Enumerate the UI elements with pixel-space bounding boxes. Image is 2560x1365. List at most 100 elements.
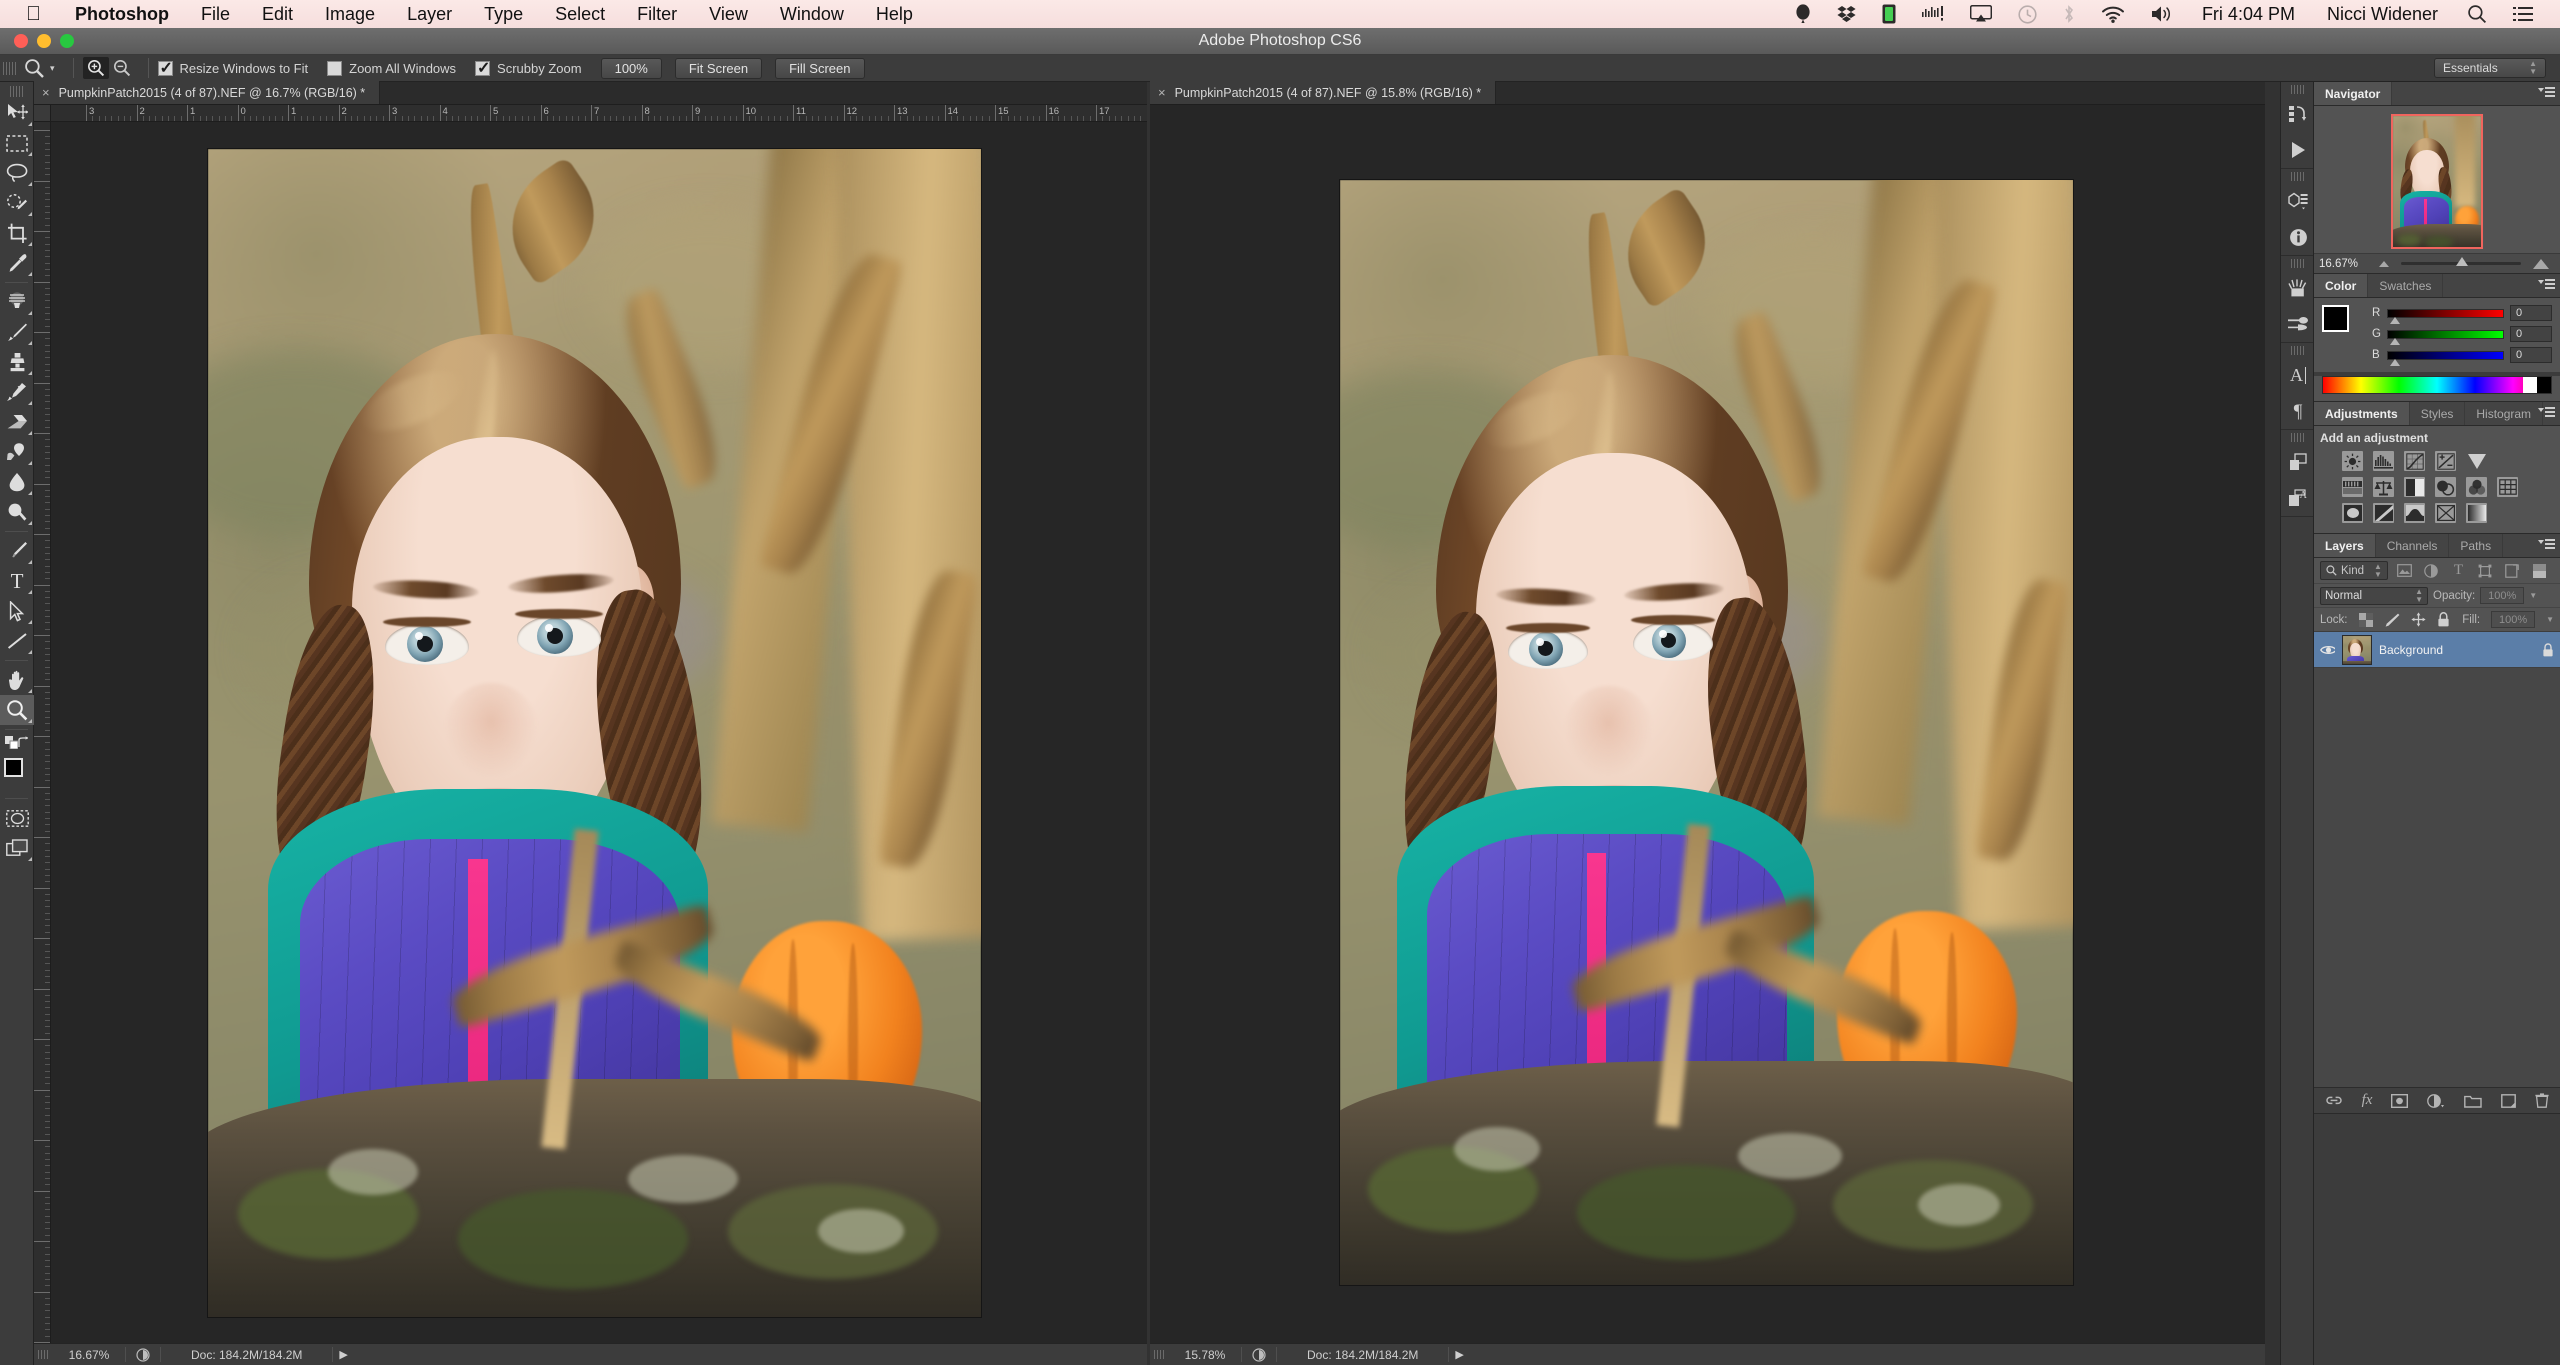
vibrance-icon[interactable] xyxy=(2466,451,2487,471)
rectangular-marquee-tool[interactable] xyxy=(0,128,34,158)
zoom-out-icon[interactable] xyxy=(109,57,135,79)
white-chip[interactable] xyxy=(2523,377,2537,393)
blue-thumb[interactable] xyxy=(2390,358,2400,366)
brush-panel-icon[interactable] xyxy=(2281,270,2315,306)
pen-tool[interactable] xyxy=(0,536,34,566)
menu-select[interactable]: Select xyxy=(539,4,621,25)
status-menu-arrow-left[interactable]: ▶ xyxy=(333,1348,353,1361)
add-layer-mask-icon[interactable] xyxy=(2391,1093,2409,1108)
shape-layer-filter-icon[interactable] xyxy=(2475,561,2496,580)
status-grip-right[interactable] xyxy=(1154,1347,1165,1362)
brush-presets-panel-icon[interactable] xyxy=(2281,306,2315,342)
blue-value[interactable]: 0 xyxy=(2510,347,2552,363)
layer-comps-panel-icon[interactable] xyxy=(2281,444,2315,480)
scrubby-zoom-option[interactable]: Scrubby Zoom xyxy=(475,58,582,78)
balloon-icon[interactable] xyxy=(1782,4,1824,24)
dock-grip[interactable] xyxy=(2281,169,2313,183)
brush-tool[interactable] xyxy=(0,317,34,347)
timemachine-icon[interactable] xyxy=(2005,4,2050,24)
stepper-icon[interactable]: ▲ ▼ xyxy=(2374,562,2382,579)
spot-healing-brush-tool[interactable] xyxy=(0,287,34,317)
color-balance-icon[interactable] xyxy=(2373,477,2394,497)
eyedropper-tool[interactable] xyxy=(0,248,34,278)
fit-screen-button[interactable]: Fit Screen xyxy=(674,57,763,79)
zoom-in-large-icon[interactable] xyxy=(2533,258,2549,269)
chevron-down-icon[interactable]: ▼ xyxy=(2546,615,2554,624)
tab-layers[interactable]: Layers xyxy=(2314,534,2376,557)
curves-icon[interactable] xyxy=(2404,451,2425,471)
zoom-tool[interactable] xyxy=(0,695,34,725)
new-adjustment-layer-icon[interactable] xyxy=(2427,1093,2445,1108)
pixel-layer-filter-icon[interactable] xyxy=(2394,561,2415,580)
document-profile-icon[interactable] xyxy=(126,1347,160,1362)
status-grip-left[interactable] xyxy=(38,1347,49,1362)
panel-menu-icon[interactable] xyxy=(2538,539,2555,550)
tab-navigator[interactable]: Navigator xyxy=(2314,82,2393,105)
lock-image-pixels-icon[interactable] xyxy=(2384,613,2400,627)
menu-type[interactable]: Type xyxy=(468,4,539,25)
options-bar-grip[interactable] xyxy=(3,57,16,79)
zoom-level-left[interactable]: 16.67% xyxy=(53,1348,125,1362)
menu-edit[interactable]: Edit xyxy=(246,4,309,25)
bluetooth-icon[interactable] xyxy=(2050,4,2088,24)
red-slider[interactable] xyxy=(2387,308,2504,324)
stepper-icon[interactable]: ▲ ▼ xyxy=(2415,587,2423,604)
navigator-zoom-slider[interactable] xyxy=(2401,257,2521,266)
close-tab-icon[interactable]: × xyxy=(42,85,50,100)
zoom-in-icon[interactable] xyxy=(82,57,109,79)
zoom-out-small-icon[interactable] xyxy=(2379,260,2389,267)
battery-icon[interactable] xyxy=(1869,4,1909,24)
layer-list[interactable]: Background xyxy=(2314,632,2560,1087)
zoom-level-right[interactable]: 15.78% xyxy=(1169,1348,1241,1362)
info-panel-icon[interactable] xyxy=(2281,219,2315,255)
menu-help[interactable]: Help xyxy=(860,4,929,25)
gradient-tool[interactable] xyxy=(0,437,34,467)
hand-tool[interactable] xyxy=(0,665,34,695)
scrubby-zoom-checkbox[interactable] xyxy=(475,58,490,78)
red-thumb[interactable] xyxy=(2390,316,2400,324)
levels-icon[interactable] xyxy=(2373,451,2394,471)
layer-name[interactable]: Background xyxy=(2379,643,2535,657)
new-layer-icon[interactable] xyxy=(2501,1093,2517,1108)
lock-position-icon[interactable] xyxy=(2410,612,2426,627)
panel-menu-icon[interactable] xyxy=(2538,279,2555,290)
status-menu-arrow-right[interactable]: ▶ xyxy=(1449,1348,1469,1361)
color-spectrum-bar[interactable] xyxy=(2322,376,2552,394)
zoom-all-windows-option[interactable]: Zoom All Windows xyxy=(327,60,456,76)
default-colors-and-swap[interactable] xyxy=(0,734,34,752)
black-chip[interactable] xyxy=(2537,377,2551,393)
blue-slider[interactable] xyxy=(2387,350,2504,366)
panel-menu-icon[interactable] xyxy=(2538,407,2555,418)
green-value[interactable]: 0 xyxy=(2510,326,2552,342)
adjustment-layer-filter-icon[interactable] xyxy=(2421,561,2442,580)
line-tool[interactable] xyxy=(0,626,34,656)
fill-screen-button[interactable]: Fill Screen xyxy=(775,57,865,79)
exposure-icon[interactable] xyxy=(2435,451,2456,471)
dock-grip[interactable] xyxy=(2281,430,2313,444)
airplay-icon[interactable] xyxy=(1957,5,2005,23)
path-selection-tool[interactable] xyxy=(0,596,34,626)
wifi-icon[interactable] xyxy=(2088,5,2138,23)
selective-color-icon[interactable] xyxy=(2435,503,2456,523)
apple-logo-icon[interactable]:  xyxy=(26,4,41,24)
horizontal-type-tool[interactable]: T xyxy=(0,566,34,596)
resize-windows-to-fit-option[interactable]: Resize Windows to Fit xyxy=(157,58,308,78)
canvas-area-right[interactable] xyxy=(1150,105,2265,1343)
screen-mode-icon[interactable] xyxy=(0,833,34,863)
navigator-zoom-knob[interactable] xyxy=(2456,257,2469,266)
menu-image[interactable]: Image xyxy=(309,4,391,25)
layer-kind-filter[interactable]: Kind ▲ ▼ xyxy=(2320,561,2388,580)
dock-grip[interactable] xyxy=(2281,82,2313,96)
history-panel-icon[interactable] xyxy=(2281,96,2315,132)
tab-color[interactable]: Color xyxy=(2314,274,2369,297)
table-row[interactable]: Background xyxy=(2314,632,2560,668)
opacity-value[interactable]: 100% xyxy=(2480,587,2525,604)
blend-mode-selector[interactable]: Normal ▲ ▼ xyxy=(2320,586,2428,605)
foreground-color-swatch[interactable] xyxy=(4,758,23,777)
blur-tool[interactable] xyxy=(0,467,34,497)
hue-saturation-icon[interactable] xyxy=(2342,477,2363,497)
clone-stamp-tool[interactable] xyxy=(0,347,34,377)
document-tab-2[interactable]: × PumpkinPatch2015 (4 of 87).NEF @ 15.8%… xyxy=(1150,81,1497,104)
tab-channels[interactable]: Channels xyxy=(2376,534,2450,557)
close-tab-icon[interactable]: × xyxy=(1158,85,1166,100)
